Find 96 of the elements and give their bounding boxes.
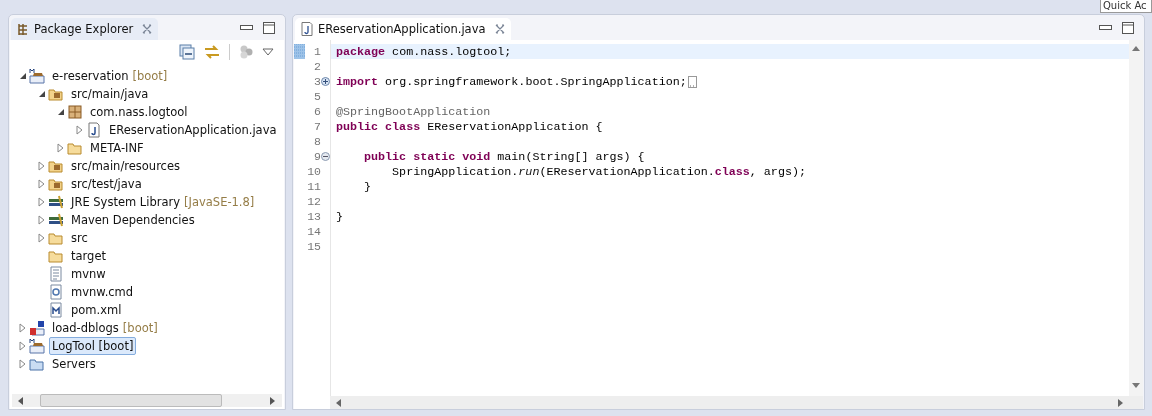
collapsed-arrow-icon[interactable] — [76, 125, 83, 135]
scroll-left-icon[interactable] — [18, 396, 24, 405]
package-icon — [67, 104, 83, 120]
line-number: 13 — [306, 210, 321, 223]
expanded-arrow-icon[interactable] — [56, 108, 65, 116]
expand-fold-icon[interactable] — [321, 77, 330, 86]
java-file-icon — [86, 122, 102, 138]
horizontal-scrollbar[interactable] — [330, 396, 1143, 409]
horizontal-scrollbar[interactable] — [12, 394, 282, 407]
project-icon — [29, 338, 45, 354]
pom-file-icon — [48, 302, 64, 318]
collapsed-arrow-icon[interactable] — [19, 323, 26, 333]
editor-tab[interactable]: EReservationApplication.java — [295, 18, 511, 40]
folder-icon — [67, 140, 83, 156]
collapsed-arrow-icon[interactable] — [38, 161, 45, 171]
close-icon[interactable] — [142, 24, 153, 34]
collapsed-arrow-icon[interactable] — [38, 233, 45, 243]
line-number: 1 — [313, 45, 321, 58]
tree-item[interactable]: load-dblogs [boot] — [49, 319, 161, 337]
open-folder-icon — [29, 356, 45, 372]
line-number: 7 — [313, 120, 321, 133]
tree-item[interactable]: JRE System Library [JavaSE-1.8] — [68, 193, 258, 211]
minimize-icon[interactable] — [1099, 25, 1112, 31]
tree-item[interactable]: mvnw.cmd — [68, 283, 137, 301]
tree-icon — [17, 22, 29, 36]
collapsed-arrow-icon[interactable] — [38, 197, 45, 207]
line-number: 2 — [313, 60, 321, 73]
filter-icon[interactable] — [238, 44, 254, 60]
tree-item[interactable]: com.nass.logtool — [87, 103, 191, 121]
expanded-arrow-icon[interactable] — [37, 90, 46, 98]
collapsed-arrow-icon[interactable] — [19, 341, 26, 351]
collapse-fold-icon[interactable] — [321, 152, 330, 161]
tree-item[interactable]: META-INF — [87, 139, 147, 157]
tree-item[interactable]: LogTool [boot] — [49, 337, 137, 355]
line-number: 6 — [313, 105, 321, 118]
tree-item[interactable]: pom.xml — [68, 301, 125, 319]
collapse-all-icon[interactable] — [179, 44, 195, 60]
code-line: public class EReservationApplication { — [336, 119, 603, 134]
folder-icon — [48, 230, 64, 246]
line-number: 10 — [306, 165, 321, 178]
error-project-icon — [29, 320, 45, 336]
collapsed-arrow-icon[interactable] — [38, 179, 45, 189]
collapsed-arrow-icon[interactable] — [57, 143, 64, 153]
expanded-arrow-icon[interactable] — [18, 72, 27, 80]
source-folder-icon — [48, 176, 64, 192]
line-number: 15 — [306, 240, 321, 253]
source-folder-icon — [48, 158, 64, 174]
tree-item[interactable]: Servers — [49, 355, 99, 373]
source-folder-icon — [48, 86, 64, 102]
tree-item[interactable]: e-reservation [boot] — [49, 67, 171, 85]
tree-item[interactable]: src/test/java — [68, 175, 145, 193]
tree-item[interactable]: src/main/resources — [68, 157, 183, 175]
tree-item[interactable]: target — [68, 247, 109, 265]
code-line: public static void main(String[] args) { — [363, 149, 645, 164]
tree-item[interactable]: Maven Dependencies — [68, 211, 198, 229]
project-icon — [29, 68, 45, 84]
quick-access-field[interactable]: Quick Ac — [1100, 0, 1152, 13]
line-number: 9 — [313, 150, 321, 163]
maximize-icon[interactable] — [1122, 22, 1134, 34]
code-line: SpringApplication.run(EReservationApplication.class, args); — [391, 164, 806, 179]
code-line: } — [336, 209, 343, 224]
java-file-icon — [301, 22, 313, 36]
code-line: @SpringBootApplication — [336, 104, 491, 119]
link-arrows-icon[interactable] — [203, 44, 221, 60]
line-number: 8 — [313, 135, 321, 148]
library-icon — [48, 194, 64, 210]
line-number: 14 — [306, 225, 321, 238]
text-file-icon — [48, 266, 64, 282]
tree-item[interactable]: mvnw — [68, 265, 109, 283]
line-number: 12 — [306, 195, 321, 208]
close-icon[interactable] — [494, 24, 505, 34]
library-icon — [48, 212, 64, 228]
minimize-icon[interactable] — [240, 25, 253, 31]
code-line: } — [363, 179, 372, 194]
vertical-scrollbar[interactable] — [1129, 40, 1143, 396]
tree-item[interactable]: src/main/java — [68, 85, 152, 103]
collapsed-arrow-icon[interactable] — [38, 215, 45, 225]
code-line: import org.springframework.boot.SpringApplication; — [336, 74, 687, 89]
cmd-file-icon — [48, 284, 64, 300]
tree-item[interactable]: src — [68, 229, 91, 247]
line-number: 5 — [313, 90, 321, 103]
folded-code-icon[interactable] — [687, 75, 697, 88]
scroll-up-icon[interactable] — [1132, 46, 1140, 51]
collapsed-arrow-icon[interactable] — [19, 359, 26, 369]
tree-item[interactable]: EReservationApplication.java — [106, 121, 280, 139]
maximize-icon[interactable] — [263, 22, 275, 34]
view-menu-icon[interactable] — [262, 48, 274, 56]
scroll-left-icon[interactable] — [336, 398, 341, 407]
line-number: 11 — [306, 180, 321, 193]
code-line: package com.nass.logtool; — [336, 44, 512, 59]
scroll-right-icon[interactable] — [1118, 398, 1123, 407]
line-number: 3 — [313, 75, 321, 88]
folder-icon — [48, 248, 64, 264]
scroll-down-icon[interactable] — [1132, 383, 1140, 388]
scroll-right-icon[interactable] — [270, 396, 276, 405]
package-explorer-tab[interactable]: Package Explorer — [11, 18, 159, 40]
